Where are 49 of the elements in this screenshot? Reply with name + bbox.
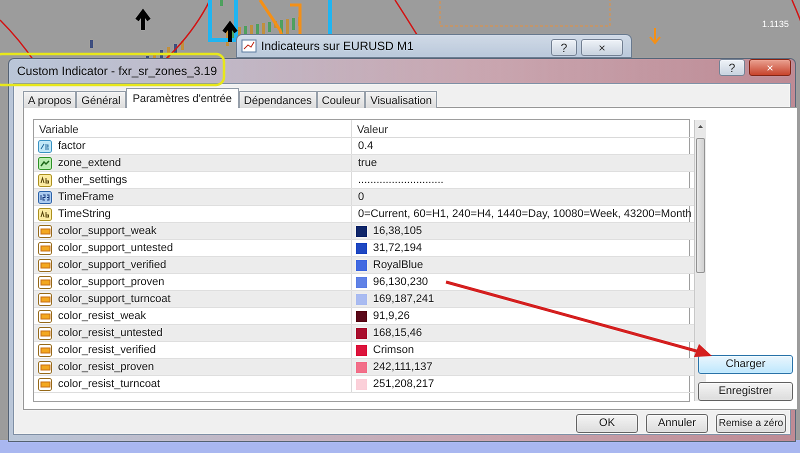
variable-name: color_resist_turncoat <box>57 377 162 392</box>
tab[interactable]: Dépendances <box>238 91 317 108</box>
cancel-button[interactable]: Annuler <box>646 414 708 433</box>
variable-name: color_resist_verified <box>57 343 157 358</box>
price-label: 1.1135 <box>762 18 789 31</box>
parameter-value[interactable]: 169,187,241 <box>371 291 436 307</box>
parameter-value[interactable]: 96,130,230 <box>371 274 430 290</box>
window-title: Custom Indicator - fxr_sr_zones_3.19 <box>17 64 218 78</box>
ok-button[interactable]: OK <box>576 414 638 433</box>
parameter-value[interactable]: RoyalBlue <box>371 257 426 273</box>
variable-name: color_resist_weak <box>57 309 148 324</box>
parameter-value[interactable]: 0=Current, 60=H1, 240=H4, 1440=Day, 10080=Week, 43200=Month <box>356 206 694 222</box>
parameter-value[interactable]: 168,15,46 <box>371 325 424 341</box>
tab[interactable]: Visualisation <box>365 91 437 108</box>
help-button[interactable]: ? <box>551 39 577 56</box>
window-title: Indicateurs sur EURUSD M1 <box>261 39 414 54</box>
parameter-value[interactable]: 0.4 <box>356 138 376 154</box>
parameter-value[interactable]: 16,38,105 <box>371 223 424 239</box>
parameter-value[interactable]: 251,208,217 <box>371 376 436 392</box>
parameter-value[interactable]: 31,72,194 <box>371 240 424 256</box>
reset-button[interactable]: Remise a zéro <box>716 414 786 433</box>
tab[interactable]: Paramètres d'entrée <box>126 88 239 108</box>
column-header[interactable]: Variable <box>34 120 352 137</box>
variable-name: TimeString <box>57 207 112 222</box>
parameter-value[interactable]: Crimson <box>371 342 416 358</box>
variable-name: TimeFrame <box>57 190 115 205</box>
tab[interactable]: Couleur <box>316 91 366 108</box>
load-button[interactable]: Charger <box>698 355 793 374</box>
save-button[interactable]: Enregistrer <box>698 382 793 401</box>
variable-name: color_support_turncoat <box>57 292 172 307</box>
variable-name: other_settings <box>57 173 128 188</box>
variable-name: color_support_verified <box>57 258 168 273</box>
close-button[interactable]: × <box>581 39 623 56</box>
variable-name: color_support_weak <box>57 224 158 239</box>
variable-name: zone_extend <box>57 156 122 171</box>
variable-name: color_support_proven <box>57 275 166 290</box>
help-button[interactable]: ? <box>719 59 745 76</box>
parameter-value[interactable]: 242,111,137 <box>371 359 435 375</box>
parameter-value[interactable]: 0 <box>356 189 366 205</box>
tab[interactable]: Général <box>76 91 126 108</box>
variable-name: color_resist_proven <box>57 360 155 375</box>
variable-name: color_support_untested <box>57 241 174 256</box>
variable-name: factor <box>57 139 87 154</box>
parameter-value[interactable]: true <box>356 155 379 171</box>
parameter-value[interactable]: ............................ <box>356 172 446 188</box>
parameter-value[interactable]: 91,9,26 <box>371 308 412 324</box>
variable-name: color_resist_untested <box>57 326 164 341</box>
tab[interactable]: A propos <box>23 91 76 108</box>
column-header[interactable]: Valeur <box>352 120 694 137</box>
